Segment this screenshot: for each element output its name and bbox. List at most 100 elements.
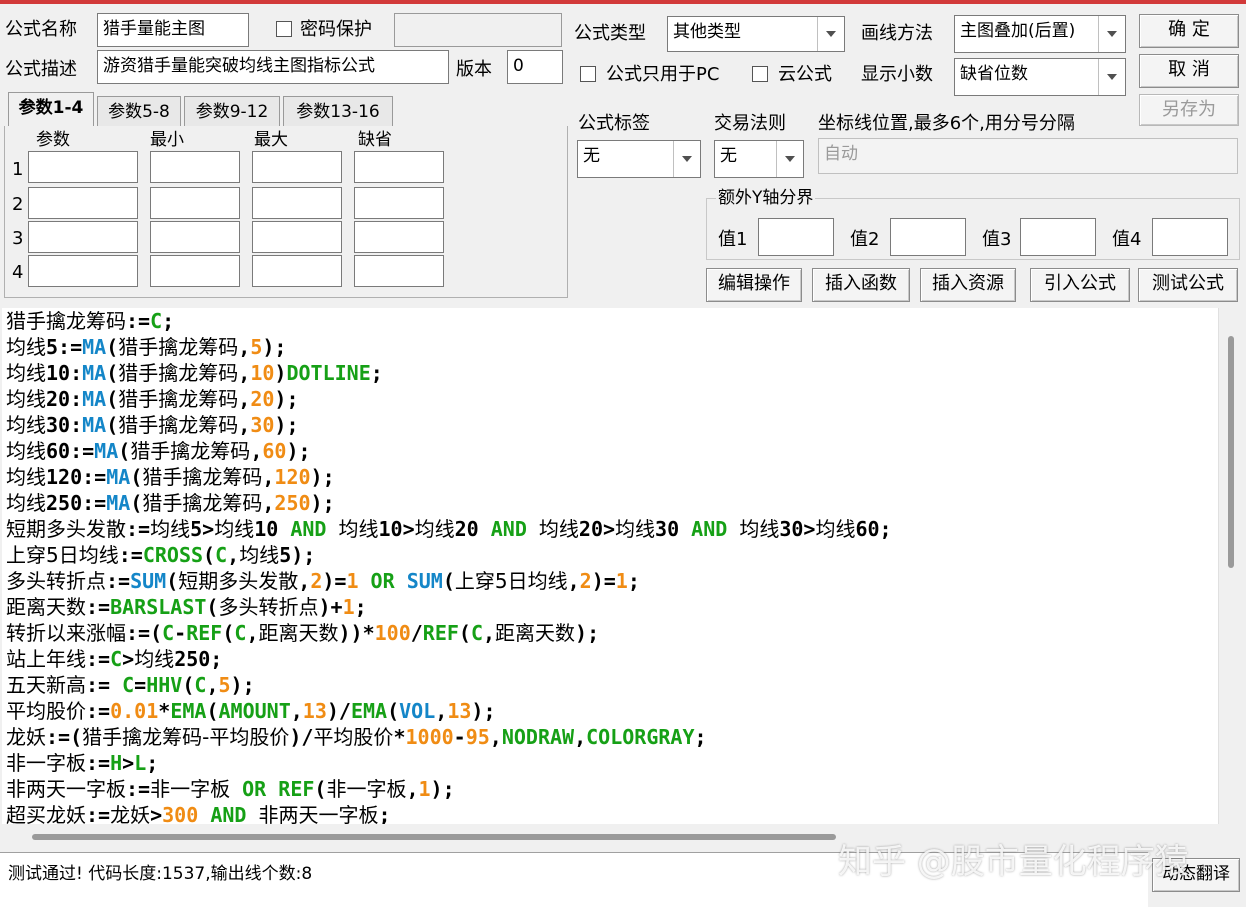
- draw-method-select[interactable]: 主图叠加(后置): [954, 15, 1126, 53]
- chevron-down-icon[interactable]: [673, 141, 700, 177]
- y-value-4-input[interactable]: [1152, 218, 1228, 256]
- code-token: ,: [483, 621, 496, 645]
- y-value-3-input[interactable]: [1020, 218, 1096, 256]
- code-token: 1: [418, 777, 431, 801]
- param-min-input[interactable]: [150, 151, 240, 183]
- param-min-input[interactable]: [150, 187, 240, 219]
- code-line[interactable]: 均线20:MA(猎手擒龙筹码,20);: [6, 386, 299, 412]
- code-token: MA: [82, 361, 107, 385]
- code-line[interactable]: 均线250:=MA(猎手擒龙筹码,250);: [6, 490, 335, 516]
- code-token: );: [274, 387, 299, 411]
- password-protect-checkbox[interactable]: [276, 21, 292, 37]
- tab-params-9-12[interactable]: 参数9-12: [184, 96, 280, 126]
- formula-name-label: 公式名称: [5, 19, 77, 40]
- param-name-input[interactable]: [28, 187, 138, 219]
- code-line[interactable]: 均线30:MA(猎手擒龙筹码,30);: [6, 412, 299, 438]
- code-line[interactable]: 均线120:=MA(猎手擒龙筹码,120);: [6, 464, 335, 490]
- code-line[interactable]: 多头转折点:=SUM(短期多头发散,2)=1 OR SUM(上穿5日均线,2)=…: [6, 568, 640, 594]
- tab-params-1-4[interactable]: 参数1-4: [8, 92, 94, 126]
- code-token: 转折以来涨幅: [6, 621, 126, 645]
- code-token: ,: [227, 543, 240, 567]
- param-max-input[interactable]: [252, 187, 342, 219]
- code-token: 20>: [578, 517, 616, 541]
- code-line[interactable]: 均线10:MA(猎手擒龙筹码,10)DOTLINE;: [6, 360, 383, 386]
- ok-button[interactable]: 确 定: [1139, 14, 1239, 48]
- param-max-input[interactable]: [252, 151, 342, 183]
- import-formula-button[interactable]: 引入公式: [1030, 268, 1130, 302]
- version-input[interactable]: 0: [507, 50, 563, 84]
- param-min-input[interactable]: [150, 255, 240, 287]
- formula-desc-input[interactable]: 游资猎手量能突破均线主图指标公式: [97, 50, 449, 84]
- param-max-input[interactable]: [252, 255, 342, 287]
- trade-rule-select[interactable]: 无: [714, 140, 804, 178]
- code-line[interactable]: 非两天一字板:=非一字板 OR REF(非一字板,1);: [6, 776, 455, 802]
- code-token: );: [262, 335, 287, 359]
- code-token: (: [206, 595, 219, 619]
- code-token: ;: [627, 569, 640, 593]
- pc-only-checkbox[interactable]: [580, 66, 596, 82]
- param-default-input[interactable]: [354, 187, 444, 219]
- cloud-formula-checkbox[interactable]: [752, 66, 768, 82]
- insert-resource-button[interactable]: 插入资源: [920, 268, 1016, 302]
- param-default-input[interactable]: [354, 221, 444, 253]
- tab-params-13-16[interactable]: 参数13-16: [283, 96, 393, 126]
- code-token: 上穿5日均线: [454, 569, 568, 593]
- code-line[interactable]: 转折以来涨幅:=(C-REF(C,距离天数))*100/REF(C,距离天数);: [6, 620, 599, 646]
- code-line[interactable]: 五天新高:= C=HHV(C,5);: [6, 672, 255, 698]
- coord-line-input[interactable]: 自动: [818, 138, 1238, 174]
- trade-rule-value: 无: [720, 146, 737, 166]
- chevron-down-icon[interactable]: [817, 17, 844, 51]
- save-as-button[interactable]: 另存为: [1139, 94, 1239, 126]
- formula-tag-select[interactable]: 无: [577, 140, 701, 178]
- y-value-1-input[interactable]: [758, 218, 834, 256]
- code-token: 猎手擒龙筹码: [142, 465, 263, 489]
- param-max-input[interactable]: [252, 221, 342, 253]
- code-line[interactable]: 距离天数:=BARSLAST(多头转折点)+1;: [6, 594, 367, 620]
- code-line[interactable]: 站上年线:=C>均线250;: [6, 646, 222, 672]
- edit-operations-button[interactable]: 编辑操作: [706, 268, 802, 302]
- param-name-input[interactable]: [28, 151, 138, 183]
- code-token: >: [122, 751, 135, 775]
- code-token: 猎手擒龙筹码: [118, 387, 239, 411]
- code-token: ,: [489, 725, 502, 749]
- chevron-down-icon[interactable]: [1098, 16, 1125, 52]
- code-line[interactable]: 均线60:=MA(猎手擒龙筹码,60);: [6, 438, 311, 464]
- cancel-button[interactable]: 取 消: [1139, 54, 1239, 88]
- horizontal-scroll-thumb[interactable]: [32, 834, 836, 840]
- code-token: AND: [490, 517, 527, 541]
- param-row-number: 2: [12, 194, 24, 215]
- y-value-4-label: 值4: [1112, 229, 1142, 250]
- code-line[interactable]: 非一字板:=H>L;: [6, 750, 158, 776]
- vertical-scroll-thumb[interactable]: [1228, 336, 1234, 568]
- insert-function-button[interactable]: 插入函数: [812, 268, 910, 302]
- param-default-input[interactable]: [354, 255, 444, 287]
- password-input[interactable]: [394, 13, 562, 47]
- code-token: -: [453, 725, 466, 749]
- param-name-input[interactable]: [28, 255, 138, 287]
- code-token: 多头转折点: [218, 595, 319, 619]
- code-line[interactable]: 短期多头发散:=均线5>均线10 AND 均线10>均线20 AND 均线20>…: [6, 516, 892, 542]
- decimal-select[interactable]: 缺省位数: [954, 58, 1126, 96]
- y-value-2-input[interactable]: [890, 218, 966, 256]
- formula-type-select[interactable]: 其他类型: [667, 16, 845, 52]
- param-default-input[interactable]: [354, 151, 444, 183]
- test-formula-button[interactable]: 测试公式: [1138, 268, 1238, 302]
- tab-params-5-8[interactable]: 参数5-8: [97, 96, 181, 126]
- param-min-input[interactable]: [150, 221, 240, 253]
- code-line[interactable]: 龙妖:=(猎手擒龙筹码-平均股价)/平均股价*1000-95,NODRAW,CO…: [6, 724, 707, 750]
- formula-name-input[interactable]: 猎手量能主图: [97, 13, 249, 47]
- code-line[interactable]: 平均股价:=0.01*EMA(AMOUNT,13)/EMA(VOL,13);: [6, 698, 496, 724]
- window-top-border: [0, 0, 1246, 4]
- code-token: 100: [374, 621, 411, 645]
- chevron-down-icon[interactable]: [1098, 59, 1125, 95]
- code-editor[interactable]: 猎手擒龙筹码:=C; 均线5:=MA(猎手擒龙筹码,5); 均线10:MA(猎手擒龙…: [2, 308, 1218, 824]
- code-line[interactable]: 超买龙妖:=龙妖>300 AND 非两天一字板;: [6, 802, 391, 824]
- param-name-input[interactable]: [28, 221, 138, 253]
- version-label: 版本: [456, 59, 492, 80]
- code-line[interactable]: 均线5:=MA(猎手擒龙筹码,5);: [6, 334, 286, 360]
- code-line[interactable]: 上穿5日均线:=CROSS(C,均线5);: [6, 542, 315, 568]
- code-line[interactable]: 猎手擒龙筹码:=C;: [6, 308, 174, 334]
- decimal-label: 显示小数: [861, 64, 933, 85]
- chevron-down-icon[interactable]: [776, 141, 803, 177]
- param-row-number: 4: [12, 262, 24, 283]
